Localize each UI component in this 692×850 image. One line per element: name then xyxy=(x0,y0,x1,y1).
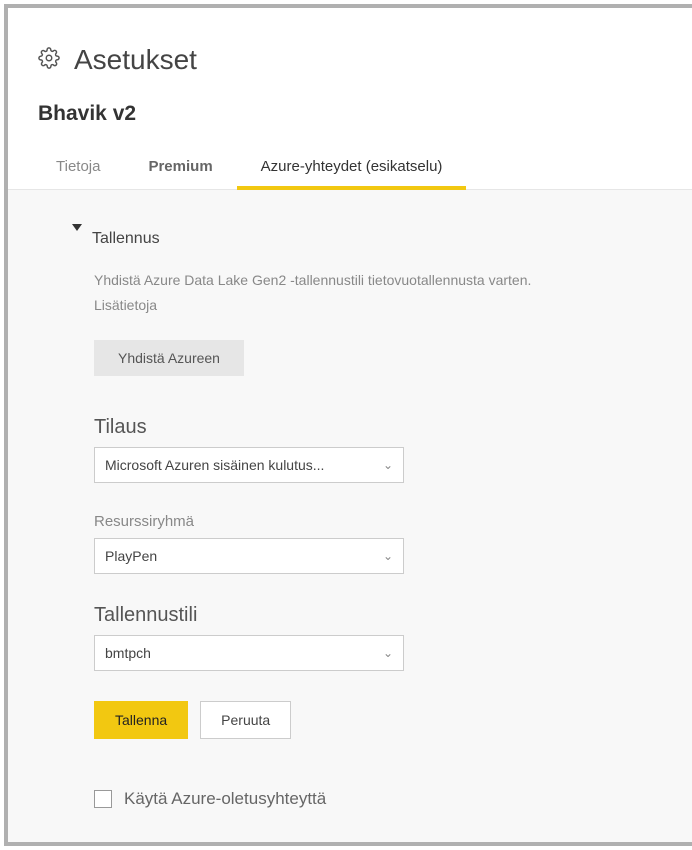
page-title: Asetukset xyxy=(74,44,197,76)
default-connection-row: Käytä Azure-oletusyhteyttä xyxy=(94,789,628,809)
storage-account-select[interactable]: bmtpch ⌄ xyxy=(94,635,404,671)
caret-down-icon xyxy=(72,230,82,248)
header: Asetukset Bhavik v2 xyxy=(8,8,692,126)
content-area: Tallennus Yhdistä Azure Data Lake Gen2 -… xyxy=(8,190,692,846)
subscription-label: Tilaus xyxy=(94,416,628,439)
tab-premium[interactable]: Premium xyxy=(124,146,236,189)
tabs: Tietoja Premium Azure-yhteydet (esikatse… xyxy=(8,146,692,190)
resource-group-label: Resurssiryhmä xyxy=(94,513,628,530)
storage-account-label: Tallennustili xyxy=(94,604,628,627)
storage-account-value: bmtpch xyxy=(105,645,151,661)
button-row: Tallenna Peruuta xyxy=(94,701,628,739)
tab-azure-connections[interactable]: Azure-yhteydet (esikatselu) xyxy=(237,146,467,189)
default-connection-checkbox[interactable] xyxy=(94,790,112,808)
connect-azure-button[interactable]: Yhdistä Azureen xyxy=(94,340,244,376)
resource-group-field: Resurssiryhmä PlayPen ⌄ xyxy=(94,513,628,574)
resource-group-value: PlayPen xyxy=(105,548,157,564)
gear-icon xyxy=(38,47,60,74)
save-button[interactable]: Tallenna xyxy=(94,701,188,739)
subscription-field: Tilaus Microsoft Azuren sisäinen kulutus… xyxy=(94,416,628,483)
storage-section-title: Tallennus xyxy=(92,230,160,248)
tab-about[interactable]: Tietoja xyxy=(32,146,124,189)
workspace-name: Bhavik v2 xyxy=(38,102,662,126)
subscription-value: Microsoft Azuren sisäinen kulutus... xyxy=(105,457,324,473)
cancel-button[interactable]: Peruuta xyxy=(200,701,291,739)
chevron-down-icon: ⌄ xyxy=(383,646,393,660)
resource-group-select[interactable]: PlayPen ⌄ xyxy=(94,538,404,574)
default-connection-label: Käytä Azure-oletusyhteyttä xyxy=(124,789,326,809)
chevron-down-icon: ⌄ xyxy=(383,458,393,472)
storage-description: Yhdistä Azure Data Lake Gen2 -tallennust… xyxy=(94,268,554,318)
subscription-select[interactable]: Microsoft Azuren sisäinen kulutus... ⌄ xyxy=(94,447,404,483)
storage-section-header[interactable]: Tallennus xyxy=(72,230,628,248)
title-row: Asetukset xyxy=(38,44,662,76)
settings-panel: Asetukset Bhavik v2 Tietoja Premium Azur… xyxy=(4,4,692,846)
storage-account-field: Tallennustili bmtpch ⌄ xyxy=(94,604,628,671)
chevron-down-icon: ⌄ xyxy=(383,549,393,563)
